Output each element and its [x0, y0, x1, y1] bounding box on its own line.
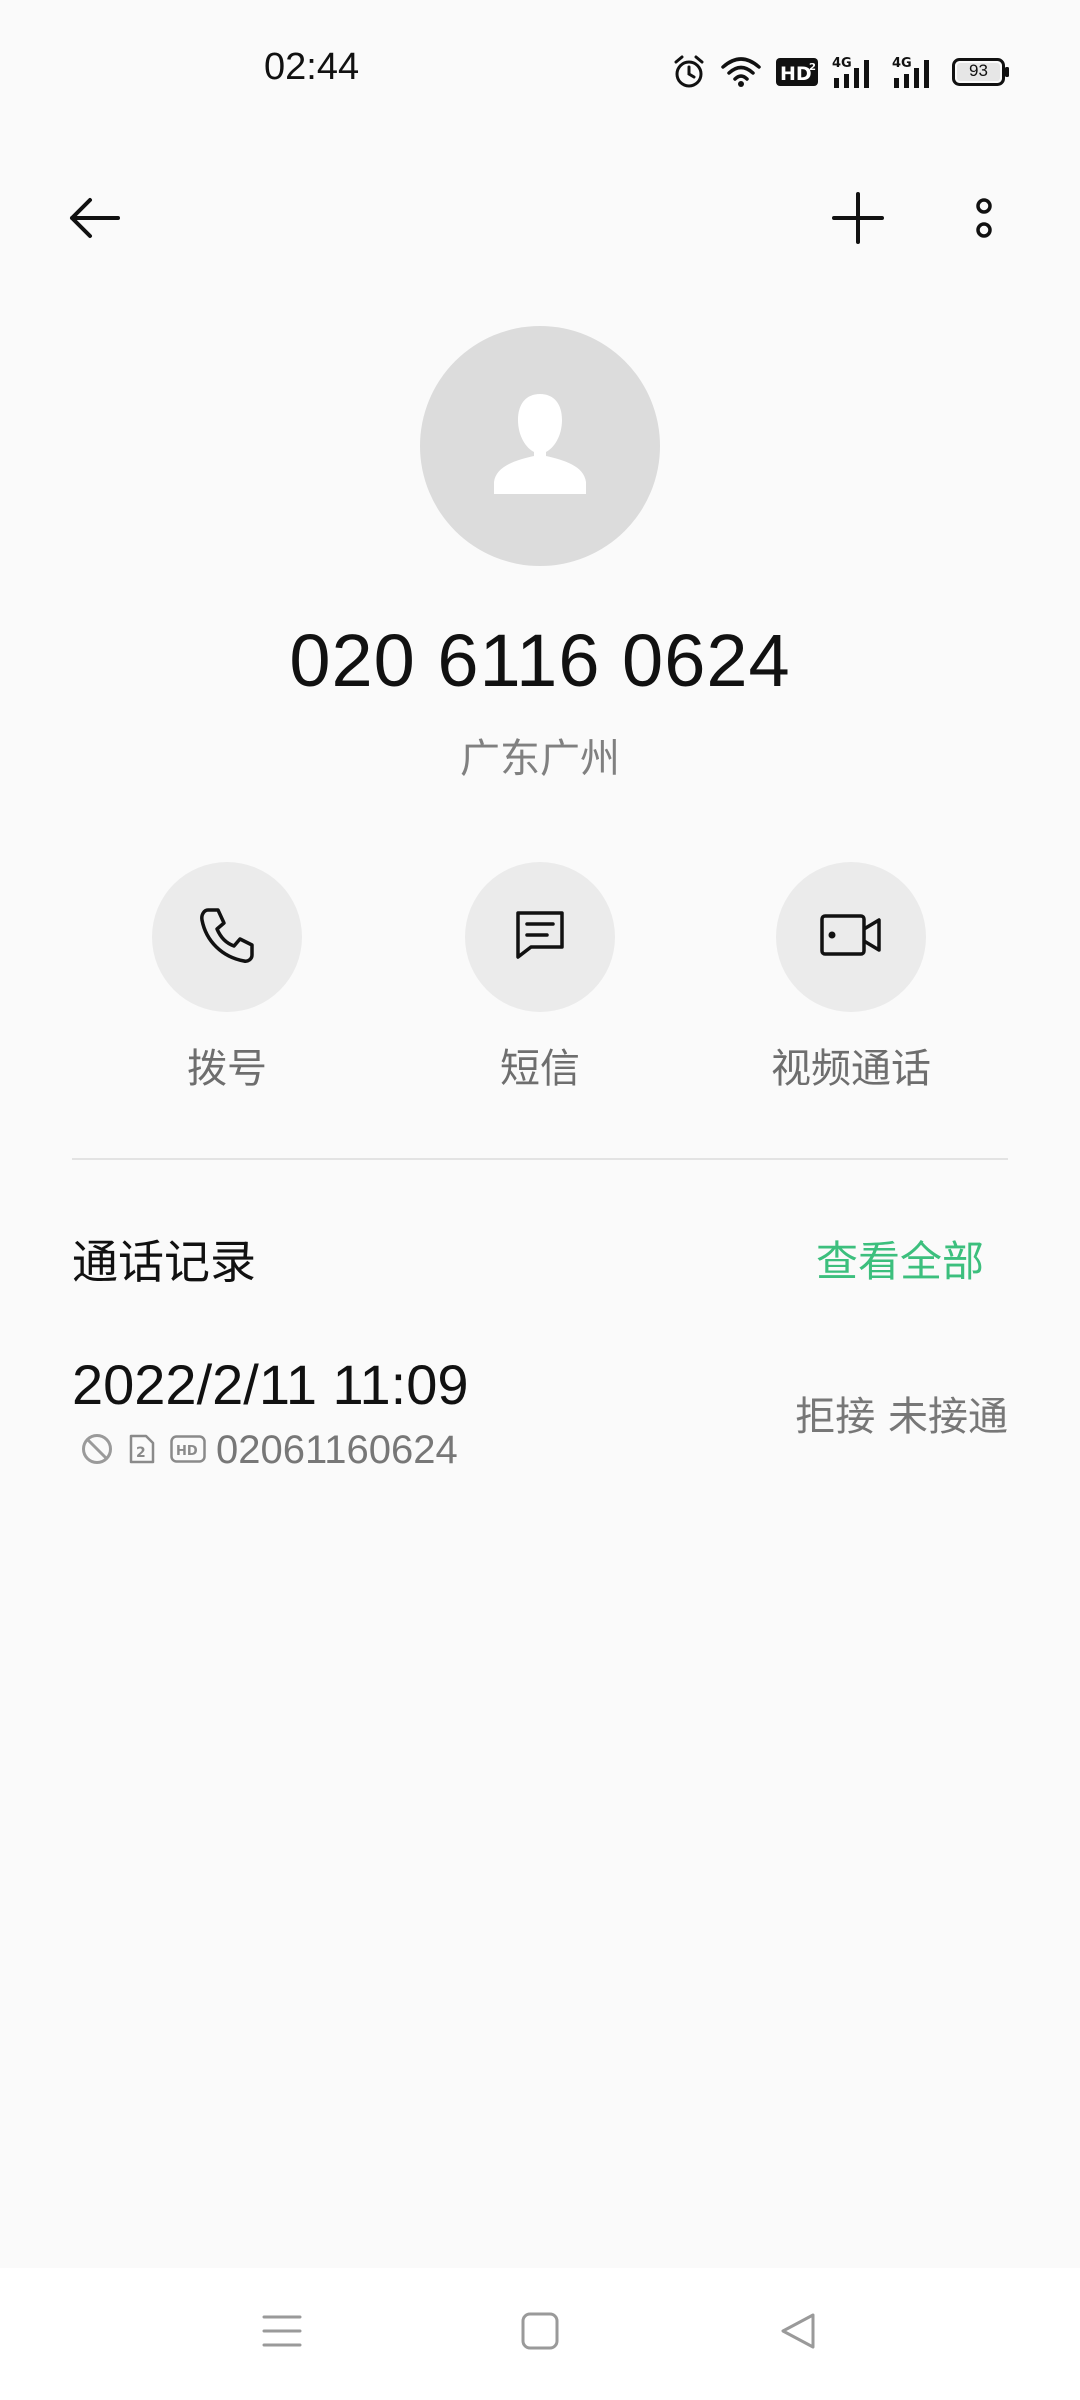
video-call-label: 视频通话: [771, 1046, 931, 1092]
svg-text:4G: 4G: [832, 56, 852, 71]
back-button[interactable]: [44, 170, 144, 270]
signal-4g-sim1-icon: 4G: [832, 54, 878, 90]
status-bar: 02:44 HD 2 4G 4G 93: [0, 0, 1080, 140]
blocked-icon: [80, 1432, 114, 1470]
more-vertical-icon: [974, 196, 994, 244]
message-icon: [513, 909, 567, 965]
recent-apps-button[interactable]: [242, 2298, 322, 2368]
video-call-button[interactable]: 视频通话: [721, 862, 981, 1094]
divider: [72, 1158, 1008, 1160]
video-call-circle[interactable]: [776, 862, 926, 1012]
battery-icon: 93: [952, 57, 1010, 87]
phone-icon: [198, 906, 256, 968]
view-all-link[interactable]: 查看全部: [816, 1228, 984, 1289]
avatar: [420, 326, 660, 566]
add-icon: [832, 192, 884, 248]
call-status: 拒接 未接通: [795, 1394, 1008, 1440]
back-arrow-icon: [66, 196, 122, 244]
contact-location: 广东广州: [460, 736, 620, 782]
more-options-button[interactable]: [934, 170, 1034, 270]
status-time: 02:44: [264, 46, 360, 88]
menu-icon: [262, 2311, 302, 2355]
call-datetime: 2022/2/11 11:09: [72, 1353, 469, 1416]
svg-text:2: 2: [136, 1445, 146, 1461]
message-circle[interactable]: [465, 862, 615, 1012]
navigation-bar: [0, 2268, 1080, 2400]
back-triangle-icon: [778, 2311, 818, 2355]
svg-text:2: 2: [809, 62, 816, 73]
video-call-icon: [819, 912, 883, 962]
top-bar: [0, 170, 1080, 270]
alarm-icon: [672, 54, 706, 90]
dial-circle[interactable]: [152, 862, 302, 1012]
call-number: 02061160624: [216, 1428, 458, 1472]
call-log-entry[interactable]: 2022/2/11 11:09 2 HD 02061160624 拒接 未接通: [72, 1340, 1008, 1500]
dial-label: 拨号: [187, 1046, 267, 1092]
call-meta: 2 HD 02061160624: [80, 1428, 458, 1473]
dial-button[interactable]: 拨号: [97, 862, 357, 1094]
person-placeholder-icon: [492, 394, 588, 498]
status-icons: HD 2 4G 4G 93: [672, 50, 1010, 94]
wifi-icon: [720, 55, 762, 89]
add-contact-button[interactable]: [808, 170, 908, 270]
message-label: 短信: [500, 1046, 580, 1092]
svg-text:HD: HD: [176, 1444, 198, 1459]
hd-voice-icon: HD 2: [776, 56, 818, 88]
svg-text:HD: HD: [780, 63, 812, 85]
message-button[interactable]: 短信: [410, 862, 670, 1094]
contact-number: 020 6116 0624: [289, 619, 791, 702]
home-button[interactable]: [500, 2298, 580, 2368]
sim-2-icon: 2: [128, 1433, 156, 1469]
battery-level: 93: [969, 61, 988, 80]
signal-4g-sim2-icon: 4G: [892, 54, 938, 90]
system-back-button[interactable]: [758, 2298, 838, 2368]
hd-icon: HD: [170, 1434, 206, 1467]
home-icon: [520, 2311, 560, 2355]
call-log-title: 通话记录: [72, 1235, 256, 1289]
svg-text:4G: 4G: [892, 56, 912, 71]
